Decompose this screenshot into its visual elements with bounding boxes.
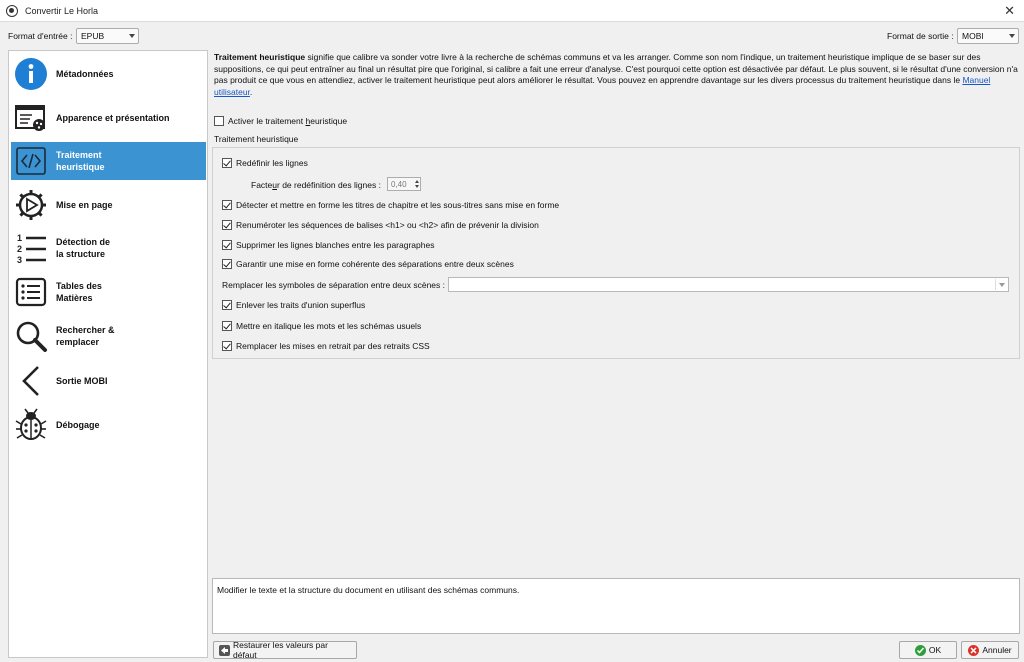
help-text: Modifier le texte et la structure du doc… (217, 585, 520, 595)
appearance-icon (13, 100, 49, 136)
window-title: Convertir Le Horla (25, 5, 99, 16)
format-scene-breaks-checkbox[interactable]: Garantir une mise en forme cohérente des… (222, 259, 514, 269)
sidebar-item-mobi-output[interactable]: Sortie MOBI (11, 362, 206, 400)
cancel-x-icon (968, 644, 980, 656)
sidebar-item-heuristics[interactable]: Traitement heuristique (11, 142, 206, 180)
bug-icon (13, 407, 49, 443)
output-format-value: MOBI (962, 31, 984, 41)
option-label: Mettre en italique les mots et les schém… (236, 321, 422, 331)
numbered-list-icon: 123 (13, 230, 49, 266)
sidebar-item-toc[interactable]: Tables des Matières (11, 273, 206, 311)
ok-button[interactable]: OK (899, 641, 957, 659)
output-format-select[interactable]: MOBI (957, 28, 1019, 44)
sidebar-item-label: Apparence et présentation (56, 113, 170, 123)
option-label: Garantir une mise en forme cohérente des… (236, 259, 514, 269)
sidebar-item-label: Tables des Matières (56, 281, 102, 303)
info-icon (13, 56, 49, 92)
restore-defaults-label: Restaurer les valeurs par défaut (233, 640, 328, 660)
checkbox-box[interactable] (222, 220, 232, 230)
input-format-label: Format d'entrée : (8, 31, 73, 41)
input-format-value: EPUB (81, 31, 105, 41)
sidebar-item-structure[interactable]: 123 Détection de la structure (11, 229, 206, 267)
detect-chapters-checkbox[interactable]: Détecter et mettre en forme les titres d… (222, 200, 559, 210)
search-icon (13, 318, 49, 354)
sidebar-item-label: Débogage (56, 420, 100, 430)
enable-heuristics-checkbox[interactable]: Activer le traitement heuristique (214, 116, 347, 126)
chevron-down-icon (1009, 34, 1015, 38)
sidebar-item-appearance[interactable]: Apparence et présentation (11, 99, 206, 137)
ok-label: OK (928, 645, 942, 655)
sidebar-item-search-replace[interactable]: Rechercher & remplacer (11, 317, 206, 355)
cancel-label: Annuler (982, 645, 1012, 655)
svg-text:1: 1 (17, 233, 22, 243)
code-icon (13, 143, 49, 179)
option-label: Remplacer les mises en retrait par des r… (236, 341, 430, 351)
sidebar-item-label: Rechercher & remplacer (56, 325, 115, 347)
output-format-label: Format de sortie : (887, 31, 954, 41)
page-setup-gear-icon (13, 187, 49, 223)
replace-indents-checkbox[interactable]: Remplacer les mises en retrait par des r… (222, 341, 430, 351)
redefine-lines-label: Redéfinir les lignes (236, 158, 308, 168)
group-title: Traitement heuristique (214, 134, 299, 144)
enable-heuristics-label: Activer le traitement heuristique (228, 116, 348, 126)
sidebar-item-label: Métadonnées (56, 69, 114, 79)
factor-label: Facteur de redéfinition des lignes : (251, 180, 381, 190)
description-text: signifie que calibre va sonder votre liv… (214, 52, 1018, 85)
checkbox-box[interactable] (222, 300, 232, 310)
svg-text:3: 3 (17, 255, 22, 265)
replace-scene-label: Remplacer les symboles de séparation ent… (222, 280, 446, 290)
spin-up-icon[interactable] (415, 180, 419, 183)
renumber-headings-checkbox[interactable]: Renuméroter les séquences de balises <h1… (222, 220, 539, 230)
checkbox-box[interactable] (222, 259, 232, 269)
calibre-app-icon (6, 4, 18, 17)
factor-spinbox[interactable]: 0,40 (387, 177, 421, 191)
sidebar: Métadonnées Apparence et présentation Tr… (8, 50, 208, 658)
chevron-down-icon (999, 283, 1005, 287)
sidebar-item-label: Détection de la structure (56, 237, 111, 259)
delete-blank-lines-checkbox[interactable]: Supprimer les lignes blanches entre les … (222, 240, 434, 250)
description-end: . (249, 86, 253, 97)
sidebar-item-metadata[interactable]: Métadonnées (11, 55, 206, 93)
option-label: Enlever les traits d'union superflus (236, 300, 366, 310)
checkbox-box[interactable] (222, 341, 232, 351)
description-title: Traitement heuristique (214, 52, 306, 62)
checkbox-box[interactable] (214, 116, 224, 126)
sidebar-item-label: Mise en page (56, 200, 113, 210)
checkbox-box[interactable] (222, 321, 232, 331)
replace-scene-combo[interactable] (448, 277, 1009, 292)
main-panel: Traitement heuristique signifie que cali… (212, 50, 1022, 660)
sidebar-item-label: Traitement heuristique (56, 150, 105, 172)
restore-defaults-button[interactable]: Restaurer les valeurs par défaut (213, 640, 357, 660)
close-icon[interactable]: ✕ (1004, 3, 1015, 19)
sidebar-item-page-setup[interactable]: Mise en page (11, 186, 206, 224)
redefine-lines-checkbox[interactable]: Redéfinir les lignes (222, 158, 308, 168)
option-label: Renuméroter les séquences de balises <h1… (236, 220, 539, 230)
remove-hyphens-checkbox[interactable]: Enlever les traits d'union superflus (222, 300, 365, 310)
italicize-checkbox[interactable]: Mettre en italique les mots et les schém… (222, 321, 421, 331)
option-label: Détecter et mettre en forme les titres d… (236, 200, 560, 210)
checkbox-box[interactable] (222, 240, 232, 250)
title-bar: Convertir Le Horla ✕ (0, 0, 1024, 22)
input-format-select[interactable]: EPUB (76, 28, 139, 44)
help-text-box: Modifier le texte et la structure du doc… (212, 578, 1020, 634)
combo-separator (995, 279, 996, 290)
toc-list-icon (13, 274, 49, 310)
restore-arrow-icon (219, 644, 230, 656)
heuristics-description: Traitement heuristique signifie que cali… (214, 52, 1019, 98)
spin-down-icon[interactable] (415, 185, 419, 188)
cancel-button[interactable]: Annuler (961, 641, 1019, 659)
check-icon (914, 644, 926, 656)
chevron-down-icon (129, 34, 135, 38)
format-bar: Format d'entrée : EPUB Format de sortie … (0, 27, 1024, 47)
sidebar-item-label: Sortie MOBI (56, 376, 108, 386)
option-label: Supprimer les lignes blanches entre les … (236, 240, 435, 250)
chevron-left-icon (13, 363, 49, 399)
sidebar-item-debug[interactable]: Débogage (11, 406, 206, 444)
svg-text:2: 2 (17, 244, 22, 254)
factor-value: 0,40 (391, 180, 407, 189)
checkbox-box[interactable] (222, 158, 232, 168)
checkbox-box[interactable] (222, 200, 232, 210)
